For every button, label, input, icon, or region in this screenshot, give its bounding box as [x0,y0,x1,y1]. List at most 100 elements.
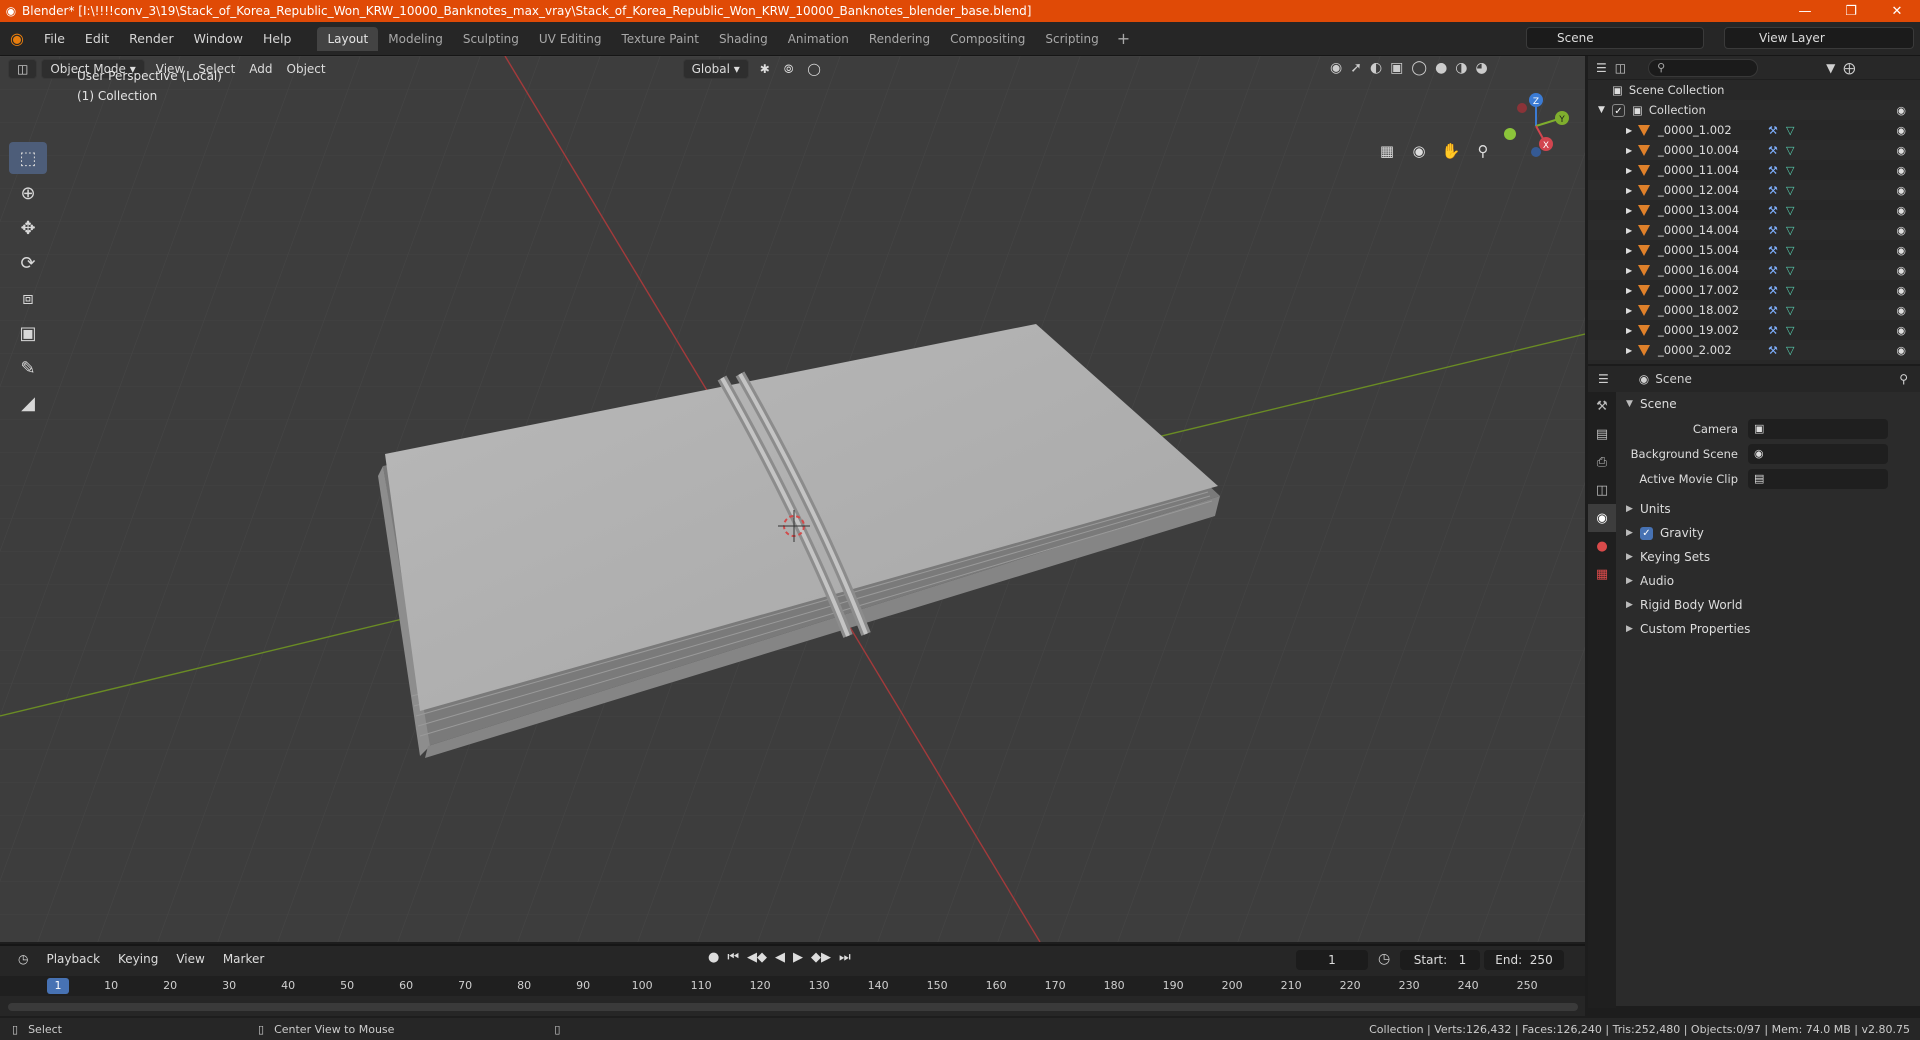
display-mode-icon[interactable]: ◫ [1615,61,1626,75]
eye-icon[interactable]: ◉ [1896,344,1906,357]
outliner-scene-collection[interactable]: ▣ Scene Collection [1588,80,1920,100]
tab-rendering[interactable]: Rendering [859,27,940,51]
expand-arrow-icon[interactable]: ▶ [1626,346,1638,355]
outliner-object-row[interactable]: ▶ _0000_12.004 ⚒ ▽ ◉ [1588,180,1920,200]
select-box-tool[interactable]: ⬚ [9,142,47,174]
transform-tool[interactable]: ▣ [9,317,47,349]
start-frame-field[interactable]: Start: 1 [1400,950,1480,970]
tab-scene[interactable]: ◉ [1588,504,1616,532]
rotate-tool[interactable]: ⟳ [9,247,47,279]
solid-shading-icon[interactable]: ● [1435,60,1447,76]
modifier-wrench-icon[interactable]: ⚒ [1768,324,1778,337]
editor-type-button[interactable]: ◫ [8,59,38,79]
scale-tool[interactable]: ⧈ [9,282,47,314]
pivot-point-icon[interactable]: ✱ [753,62,777,76]
gravity-panel[interactable]: ▶ ✓ Gravity [1618,521,1920,545]
tab-texture-paint[interactable]: Texture Paint [612,27,709,51]
menu-render[interactable]: Render [119,31,184,46]
current-frame-field[interactable]: 1 [1296,950,1368,970]
outliner-object-row[interactable]: ▶ _0000_17.002 ⚒ ▽ ◉ [1588,280,1920,300]
custom-properties-panel[interactable]: ▶ Custom Properties [1618,617,1920,641]
eye-icon[interactable]: ◉ [1896,164,1906,177]
modifier-wrench-icon[interactable]: ⚒ [1768,164,1778,177]
eye-icon[interactable]: ◉ [1896,284,1906,297]
tab-tool[interactable]: ⚒ [1588,392,1616,420]
minimize-button[interactable]: — [1782,4,1828,19]
eye-icon[interactable]: ◉ [1896,304,1906,317]
outliner-object-row[interactable]: ▶ _0000_11.004 ⚒ ▽ ◉ [1588,160,1920,180]
menu-window[interactable]: Window [184,31,253,46]
cursor-tool[interactable]: ⊕ [9,177,47,209]
expand-arrow-icon[interactable]: ▶ [1626,326,1638,335]
xray-icon[interactable]: ▣ [1390,60,1403,76]
timeline-menu-playback[interactable]: Playback [38,952,108,966]
outliner-object-row[interactable]: ▶ _0000_14.004 ⚒ ▽ ◉ [1588,220,1920,240]
pin-icon[interactable]: ⚲ [1899,372,1908,386]
expand-arrow-icon[interactable]: ▶ [1626,226,1638,235]
mesh-data-icon[interactable]: ▽ [1786,304,1794,317]
outliner-editor-icon[interactable]: ☰ [1596,61,1607,75]
tab-compositing[interactable]: Compositing [940,27,1035,51]
modifier-wrench-icon[interactable]: ⚒ [1768,124,1778,137]
modifier-wrench-icon[interactable]: ⚒ [1768,224,1778,237]
mesh-data-icon[interactable]: ▽ [1786,184,1794,197]
snap-icon[interactable]: ⦾ [777,62,801,77]
rigid-body-world-panel[interactable]: ▶ Rigid Body World [1618,593,1920,617]
blender-menu-icon[interactable]: ◉ [0,29,34,48]
prev-keyframe-icon[interactable]: ◀◆ [747,950,767,965]
menu-help[interactable]: Help [253,31,302,46]
mesh-data-icon[interactable]: ▽ [1786,164,1794,177]
scene-selector[interactable]: Scene [1526,27,1704,49]
outliner-collection-row[interactable]: ▼ ✓ ▣ Collection ◉ [1588,100,1920,120]
mesh-data-icon[interactable]: ▽ [1786,224,1794,237]
background-scene-field[interactable]: ◉ [1748,443,1888,464]
properties-editor-icon[interactable]: ☰ [1598,372,1609,386]
play-icon[interactable]: ▶ [793,950,803,965]
mesh-data-icon[interactable]: ▽ [1786,324,1794,337]
timeline-scrollbar[interactable] [8,1003,1578,1011]
collapse-arrow-icon[interactable]: ▼ [1598,105,1612,115]
timeline-ruler[interactable]: 1 10 20 30 40 50 60 70 80 90 100 110 120 130 140 150 16… [0,976,1585,996]
keying-sets-panel[interactable]: ▶ Keying Sets [1618,545,1920,569]
timeline-menu-marker[interactable]: Marker [215,952,272,966]
clock-icon[interactable]: ◷ [1378,951,1390,967]
eye-icon[interactable]: ◉ [1896,124,1906,137]
tab-scripting[interactable]: Scripting [1035,27,1108,51]
modifier-wrench-icon[interactable]: ⚒ [1768,344,1778,357]
modifier-wrench-icon[interactable]: ⚒ [1768,184,1778,197]
gizmo-toggle-icon[interactable]: ➚ [1350,60,1362,76]
mesh-data-icon[interactable]: ▽ [1786,124,1794,137]
mesh-data-icon[interactable]: ▽ [1786,204,1794,217]
mesh-data-icon[interactable]: ▽ [1786,264,1794,277]
audio-panel[interactable]: ▶ Audio [1618,569,1920,593]
camera-view-icon[interactable]: ◉ [1406,138,1432,164]
timeline-menu-keying[interactable]: Keying [110,952,166,966]
camera-field[interactable]: ▣ [1748,418,1888,439]
expand-arrow-icon[interactable]: ▶ [1626,286,1638,295]
maximize-button[interactable]: ❐ [1828,4,1874,19]
expand-arrow-icon[interactable]: ▶ [1626,146,1638,155]
eye-icon[interactable]: ◉ [1896,204,1906,217]
active-movie-clip-field[interactable]: ▤ [1748,468,1888,489]
viewport-menu-object[interactable]: Object [280,62,333,76]
expand-arrow-icon[interactable]: ▶ [1626,186,1638,195]
eye-icon[interactable]: ◉ [1896,184,1906,197]
mesh-data-icon[interactable]: ▽ [1786,344,1794,357]
expand-arrow-icon[interactable]: ▶ [1626,266,1638,275]
expand-arrow-icon[interactable]: ▶ [1626,246,1638,255]
outliner-object-row[interactable]: ▶ _0000_16.004 ⚒ ▽ ◉ [1588,260,1920,280]
expand-arrow-icon[interactable]: ▶ [1626,126,1638,135]
mesh-data-icon[interactable]: ▽ [1786,144,1794,157]
toggle-camera-grid-icon[interactable]: ▦ [1374,138,1400,164]
units-panel[interactable]: ▶ Units [1618,497,1920,521]
modifier-wrench-icon[interactable]: ⚒ [1768,244,1778,257]
tab-uv-editing[interactable]: UV Editing [529,27,612,51]
eye-icon[interactable]: ◉ [1896,324,1906,337]
move-tool[interactable]: ✥ [9,212,47,244]
material-shading-icon[interactable]: ◑ [1455,60,1467,76]
measure-tool[interactable]: ◢ [9,387,47,419]
visibility-icon[interactable]: ◉ [1330,60,1342,76]
eye-icon[interactable]: ◉ [1896,224,1906,237]
eye-icon[interactable]: ◉ [1896,264,1906,277]
next-keyframe-icon[interactable]: ◆▶ [811,950,831,965]
